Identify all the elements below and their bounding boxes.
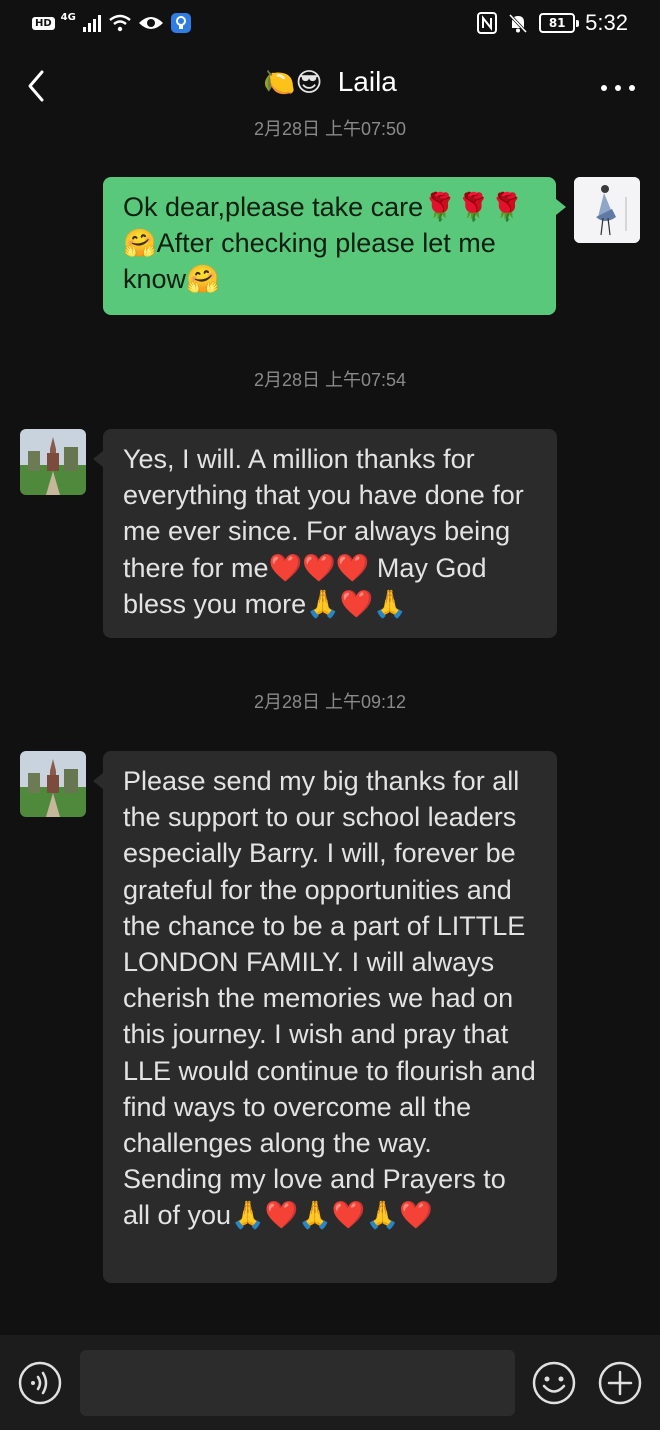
- avatar-image: [20, 429, 86, 495]
- assistant-icon: [170, 13, 191, 33]
- network-type: 4G: [60, 11, 76, 23]
- message-text: Please send my big thanks for all the su…: [123, 766, 536, 1231]
- avatar-image: [20, 751, 86, 817]
- hd-badge: HD: [32, 16, 55, 30]
- my-avatar[interactable]: [574, 177, 640, 243]
- timestamp: 2月28日 上午09:12: [253, 692, 407, 712]
- received-message-bubble[interactable]: Please send my big thanks for all the su…: [93, 751, 557, 1283]
- title-emoji: 🍋😎: [263, 68, 323, 98]
- nfc-icon: [477, 12, 498, 34]
- plus-icon: [598, 1361, 642, 1405]
- timestamp: 2月28日 上午07:54: [253, 370, 407, 390]
- more-dots-icon: [601, 85, 635, 91]
- emoji-button[interactable]: [532, 1361, 576, 1405]
- status-left: HD 4G: [32, 12, 192, 34]
- signal-icon: [82, 15, 101, 32]
- battery-indicator: 81: [539, 13, 580, 33]
- message-text: Yes, I will. A million thanks for everyt…: [123, 444, 524, 619]
- wifi-icon: [109, 14, 131, 32]
- contact-avatar[interactable]: [20, 751, 86, 817]
- timestamp: 2月28日 上午07:50: [253, 119, 407, 139]
- battery-level: 81: [548, 16, 566, 30]
- status-right: 81 5:32: [477, 10, 628, 36]
- avatar-image: [574, 177, 640, 243]
- voice-button[interactable]: [18, 1361, 62, 1405]
- message-input[interactable]: [80, 1350, 515, 1416]
- mute-bell-icon: [509, 13, 528, 34]
- eye-icon: [138, 17, 163, 29]
- chat-area[interactable]: 2月28日 上午07:50 Ok dear,please take care🌹🌹…: [0, 110, 660, 1335]
- more-functions-button[interactable]: [598, 1361, 642, 1405]
- contact-avatar[interactable]: [20, 429, 86, 495]
- message-text: Ok dear,please take care🌹🌹🌹🤗After checki…: [123, 192, 525, 295]
- voice-icon: [18, 1361, 62, 1405]
- sent-message-bubble[interactable]: Ok dear,please take care🌹🌹🌹🤗After checki…: [103, 177, 566, 315]
- received-message-bubble[interactable]: Yes, I will. A million thanks for everyt…: [93, 429, 557, 638]
- more-button[interactable]: [598, 74, 638, 102]
- chat-title: 🍋😎 Laila: [0, 66, 660, 98]
- input-bar: [0, 1335, 660, 1430]
- clock: 5:32: [585, 10, 628, 35]
- emoji-icon: [532, 1361, 576, 1405]
- status-bar: HD 4G 81 5:32: [0, 0, 660, 50]
- contact-name: Laila: [337, 66, 397, 97]
